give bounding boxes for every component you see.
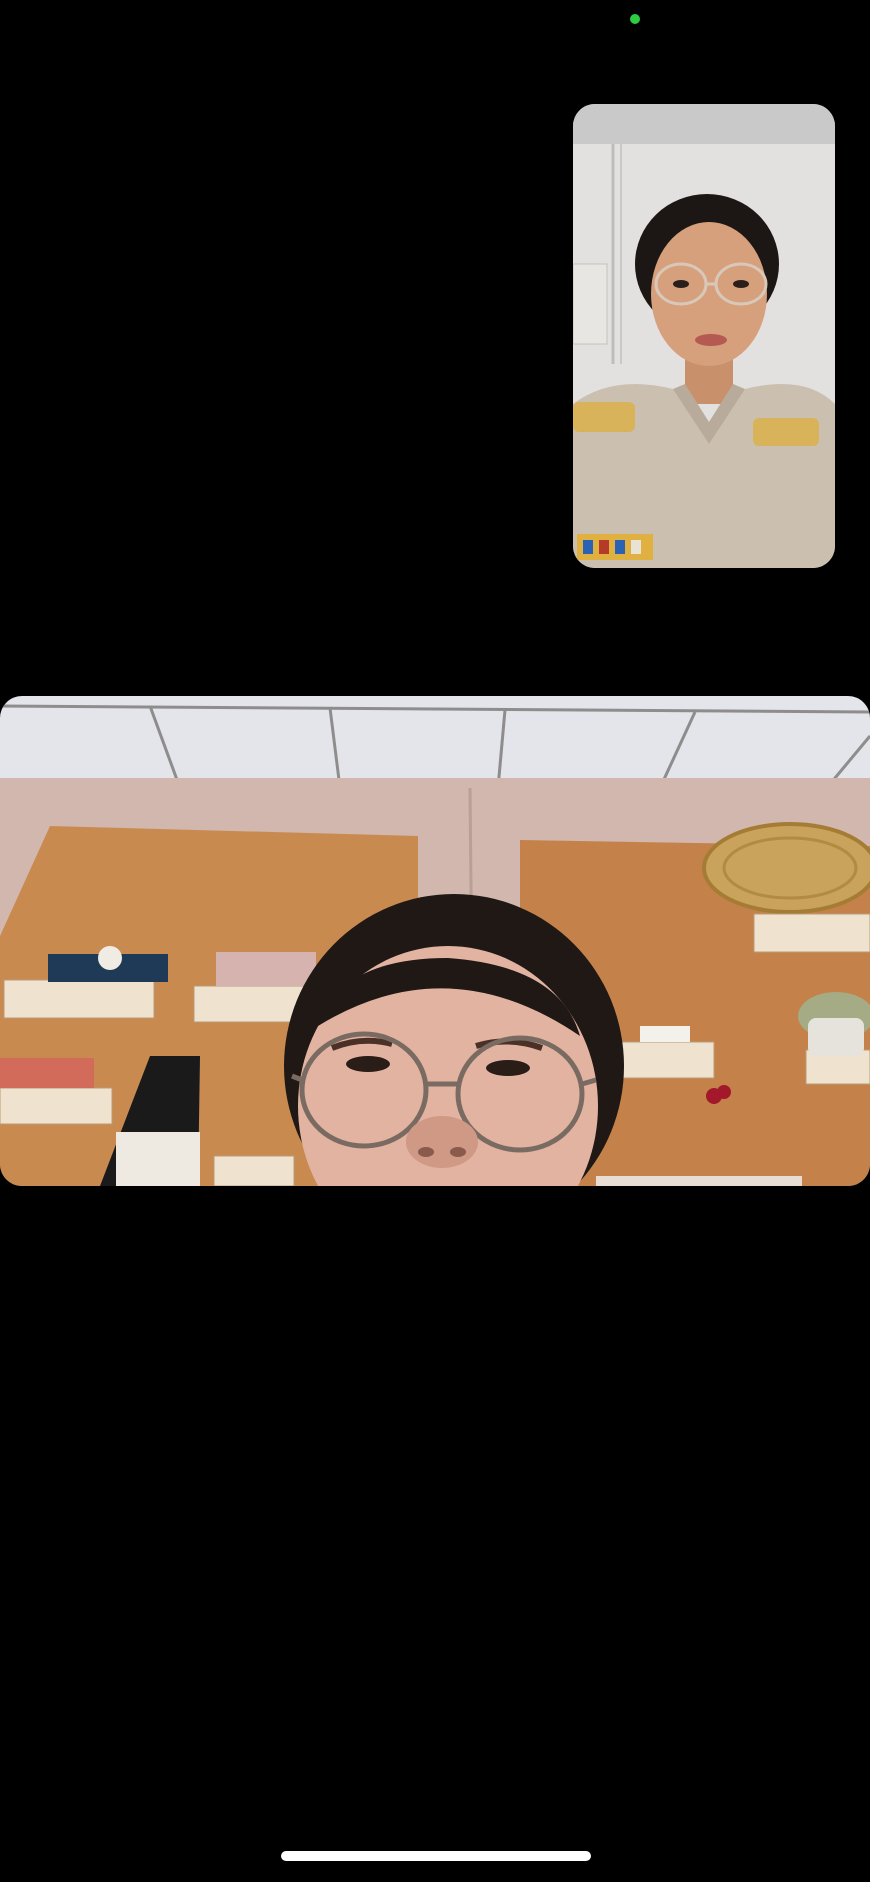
remote-video-image	[0, 696, 870, 1186]
video-call-screen	[0, 0, 870, 1882]
home-indicator[interactable]	[281, 1851, 591, 1861]
camera-in-use-indicator	[630, 14, 640, 24]
self-view-video[interactable]	[573, 104, 835, 568]
self-view-image	[573, 104, 835, 568]
remote-video[interactable]	[0, 696, 870, 1186]
